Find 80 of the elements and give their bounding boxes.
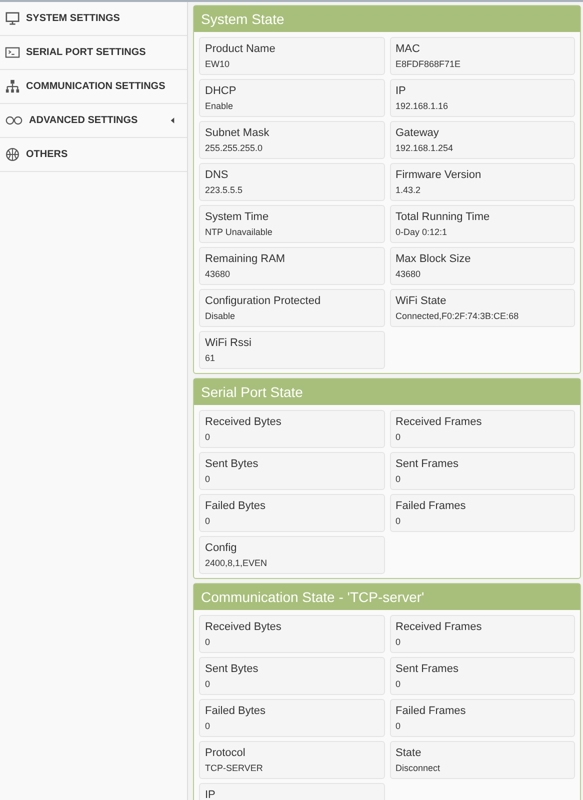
basketball-icon — [5, 147, 20, 162]
field-value: 0 — [205, 720, 212, 733]
sidebar-item[interactable]: OTHERS — [0, 138, 187, 172]
field-value: 0 — [396, 473, 402, 486]
field-label: WiFi Rssi — [205, 336, 252, 351]
field-value: 1.43.2 — [396, 184, 422, 197]
field-label: Sent Frames — [396, 457, 460, 472]
field-label: Received Frames — [396, 620, 483, 635]
field-value: 0 — [396, 720, 402, 733]
field-label: Failed Bytes — [205, 499, 267, 514]
field-value: NTP Unavailable — [205, 226, 274, 239]
field-value: E8FDF868F71E — [396, 58, 462, 71]
field-label: Configuration Protected — [205, 294, 322, 309]
field-label: Total Running Time — [396, 210, 491, 225]
field-value: 0 — [396, 636, 402, 649]
field-value: Disable — [205, 310, 236, 323]
sidebar-item-label: ADVANCED SETTINGS — [29, 115, 139, 126]
field-value: Disconnect — [396, 762, 442, 775]
field-value: 0 — [205, 473, 212, 486]
field-label: IP — [396, 84, 407, 99]
field-value: 2400,8,1,EVEN — [205, 557, 268, 570]
field-label: System Time — [205, 210, 270, 225]
field-label: Received Frames — [396, 415, 483, 430]
field-value: 0 — [396, 678, 402, 691]
field-value: 192.168.1.16 — [396, 100, 450, 113]
field-label: Subnet Mask — [205, 126, 270, 141]
sidebar-item[interactable]: ADVANCED SETTINGS — [0, 104, 187, 138]
field-label: DNS — [205, 168, 230, 183]
infinity-icon — [5, 115, 23, 126]
monitor-icon — [5, 11, 20, 26]
field-value: EW10 — [205, 58, 231, 71]
field-label: Max Block Size — [396, 252, 472, 267]
field-value: TCP-SERVER — [205, 762, 264, 775]
sidebar-item[interactable]: SERIAL PORT SETTINGS — [0, 36, 187, 70]
field-label: Sent Bytes — [205, 662, 260, 677]
field-label: Product Name — [205, 42, 276, 57]
field-value: 43680 — [205, 268, 232, 281]
field-value: 0-Day 0:12:1 — [396, 226, 448, 239]
field-label: Config — [205, 541, 238, 556]
field-label: Failed Frames — [396, 704, 467, 719]
field-value: 61 — [205, 352, 216, 365]
field-label: Failed Bytes — [205, 704, 267, 719]
field-value: 0 — [396, 431, 402, 444]
field-label: IP — [205, 788, 216, 800]
field-value: 0 — [396, 515, 402, 528]
field-value: 0 — [205, 431, 212, 444]
field-label: MAC — [396, 42, 421, 57]
sidebar-item-label: COMMUNICATION SETTINGS — [26, 81, 166, 92]
field-value: 0 — [205, 678, 212, 691]
field-value: Enable — [205, 100, 234, 113]
field-label: Received Bytes — [205, 620, 282, 635]
terminal-icon — [5, 45, 20, 60]
panel-title: Communication State - 'TCP-server' — [194, 584, 580, 610]
field-label: Firmware Version — [396, 168, 482, 183]
field-label: WiFi State — [396, 294, 448, 309]
panel-title: System State — [194, 6, 580, 32]
field-label: Remaining RAM — [205, 252, 286, 267]
field-value: 43680 — [396, 268, 422, 281]
sidebar-item[interactable]: COMMUNICATION SETTINGS — [0, 70, 187, 104]
field-value: 223.5.5.5 — [205, 184, 244, 197]
sitemap-icon — [5, 79, 20, 94]
field-label: Gateway — [396, 126, 440, 141]
field-value: Connected,F0:2F:74:3B:CE:68 — [396, 310, 520, 323]
sidebar-item-label: SERIAL PORT SETTINGS — [26, 47, 147, 58]
field-value: 192.168.1.254 — [396, 142, 454, 155]
field-label: Protocol — [205, 746, 246, 761]
sidebar-item-label: SYSTEM SETTINGS — [26, 13, 121, 24]
field-label: DHCP — [205, 84, 238, 99]
sidebar-item-label: OTHERS — [26, 149, 69, 160]
field-label: Failed Frames — [396, 499, 467, 514]
field-value: 0 — [205, 515, 212, 528]
panel-title: Serial Port State — [194, 379, 580, 405]
field-label: Sent Bytes — [205, 457, 260, 472]
caret-icon — [170, 117, 175, 124]
field-label: Sent Frames — [396, 662, 460, 677]
field-label: State — [396, 746, 422, 761]
field-value: 255.255.255.0 — [205, 142, 264, 155]
sidebar-item[interactable]: SYSTEM SETTINGS — [0, 2, 187, 36]
field-value: 0 — [205, 636, 212, 649]
field-label: Received Bytes — [205, 415, 282, 430]
